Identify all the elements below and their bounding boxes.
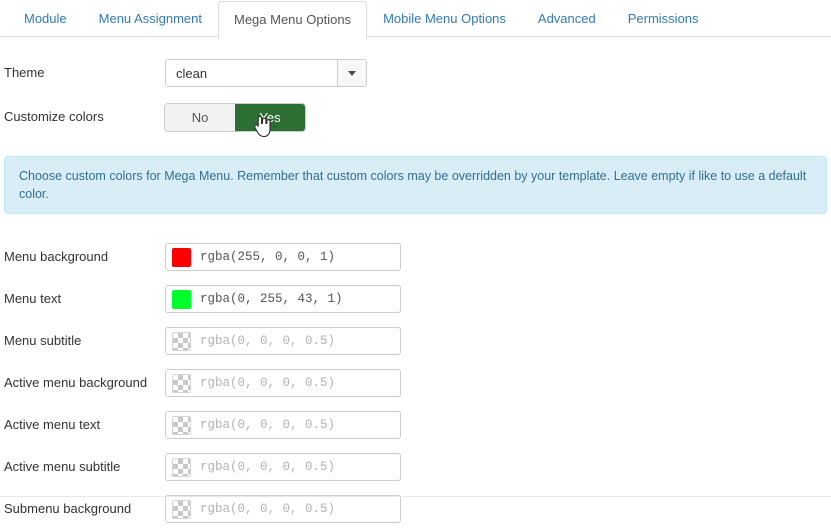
active-menu-text-label: Active menu text: [4, 417, 101, 432]
active-menu-subtitle-label: Active menu subtitle: [4, 459, 121, 474]
menu-text-color-value: rgba(0, 255, 43, 1): [200, 292, 343, 306]
mega-menu-options-form: Theme clean Customize colors No Yes Choos…: [0, 37, 831, 530]
menu-subtitle-color-value: rgba(0, 0, 0, 0.5): [200, 334, 336, 348]
submenu-background-color-swatch[interactable]: [172, 499, 191, 519]
tab-mega-menu-options[interactable]: Mega Menu Options: [217, 1, 368, 40]
active-menu-subtitle-color-value: rgba(0, 0, 0, 0.5): [200, 460, 336, 474]
info-alert-text: Choose custom colors for Mega Menu. Reme…: [19, 169, 807, 201]
active-menu-subtitle-field: rgba(0, 0, 0, 0.5): [165, 453, 401, 481]
theme-select-value: clean: [166, 60, 337, 86]
menu-text-color-input[interactable]: rgba(0, 255, 43, 1): [165, 285, 401, 313]
menu-background-color-input[interactable]: rgba(255, 0, 0, 1): [165, 243, 401, 271]
menu-background-label: Menu background: [4, 249, 109, 264]
menu-text-field: rgba(0, 255, 43, 1): [165, 285, 401, 313]
menu-subtitle-color-swatch[interactable]: [172, 331, 191, 351]
menu-background-field: rgba(255, 0, 0, 1): [165, 243, 401, 271]
submenu-background-color-input[interactable]: rgba(0, 0, 0, 0.5): [165, 495, 401, 523]
tab-menu-assignment[interactable]: Menu Assignment: [83, 0, 218, 39]
active-menu-background-field: rgba(0, 0, 0, 0.5): [165, 369, 401, 397]
theme-label: Theme: [4, 65, 45, 80]
tab-module[interactable]: Module: [8, 0, 83, 39]
submenu-background-label: Submenu background: [4, 501, 132, 516]
theme-select-toggle[interactable]: [337, 60, 366, 86]
active-menu-subtitle-color-input[interactable]: rgba(0, 0, 0, 0.5): [165, 453, 401, 481]
form-row-menu-background: Menu background rgba(255, 0, 0, 1): [0, 236, 831, 278]
submenu-background-color-value: rgba(0, 0, 0, 0.5): [200, 502, 336, 516]
customize-colors-option-yes[interactable]: Yes: [235, 103, 305, 131]
active-menu-background-color-swatch[interactable]: [172, 373, 191, 393]
active-menu-text-color-swatch[interactable]: [172, 415, 191, 435]
form-row-submenu-background: Submenu background rgba(0, 0, 0, 0.5): [0, 488, 831, 530]
form-row-theme: Theme clean: [0, 37, 831, 95]
active-menu-text-color-input[interactable]: rgba(0, 0, 0, 0.5): [165, 411, 401, 439]
bottom-divider: [0, 496, 831, 497]
menu-subtitle-label: Menu subtitle: [4, 333, 82, 348]
form-row-customize-colors: Customize colors No Yes: [0, 95, 831, 139]
chevron-down-icon: [348, 70, 356, 76]
customize-colors-label: Customize colors: [4, 109, 104, 124]
form-row-active-menu-text: Active menu text rgba(0, 0, 0, 0.5): [0, 404, 831, 446]
tab-permissions[interactable]: Permissions: [612, 0, 715, 39]
active-menu-subtitle-color-swatch[interactable]: [172, 457, 191, 477]
theme-field: clean: [165, 59, 367, 87]
menu-subtitle-color-input[interactable]: rgba(0, 0, 0, 0.5): [165, 327, 401, 355]
menu-background-color-swatch[interactable]: [172, 247, 191, 267]
menu-background-color-value: rgba(255, 0, 0, 1): [200, 250, 336, 264]
theme-select[interactable]: clean: [165, 59, 367, 87]
submenu-background-field: rgba(0, 0, 0, 0.5): [165, 495, 401, 523]
menu-text-color-swatch[interactable]: [172, 289, 191, 309]
customize-colors-field: No Yes: [165, 103, 305, 137]
menu-subtitle-field: rgba(0, 0, 0, 0.5): [165, 327, 401, 355]
active-menu-background-label: Active menu background: [4, 375, 148, 390]
form-row-menu-subtitle: Menu subtitle rgba(0, 0, 0, 0.5): [0, 320, 831, 362]
active-menu-background-color-value: rgba(0, 0, 0, 0.5): [200, 376, 336, 390]
tab-bar: Module Menu Assignment Mega Menu Options Mo…: [0, 0, 831, 40]
customize-colors-toggle-group: No Yes: [165, 103, 305, 131]
active-menu-text-color-value: rgba(0, 0, 0, 0.5): [200, 418, 336, 432]
customize-colors-option-no[interactable]: No: [165, 103, 235, 131]
tab-mobile-menu-options[interactable]: Mobile Menu Options: [367, 0, 522, 39]
tab-advanced[interactable]: Advanced: [522, 0, 612, 39]
active-menu-text-field: rgba(0, 0, 0, 0.5): [165, 411, 401, 439]
menu-text-label: Menu text: [4, 291, 62, 306]
form-row-active-menu-subtitle: Active menu subtitle rgba(0, 0, 0, 0.5): [0, 446, 831, 488]
form-row-menu-text: Menu text rgba(0, 255, 43, 1): [0, 278, 831, 320]
form-row-active-menu-background: Active menu background rgba(0, 0, 0, 0.5): [0, 362, 831, 404]
info-alert: Choose custom colors for Mega Menu. Reme…: [4, 156, 827, 214]
active-menu-background-color-input[interactable]: rgba(0, 0, 0, 0.5): [165, 369, 401, 397]
color-rows: Menu background rgba(255, 0, 0, 1) Menu te…: [0, 236, 831, 530]
